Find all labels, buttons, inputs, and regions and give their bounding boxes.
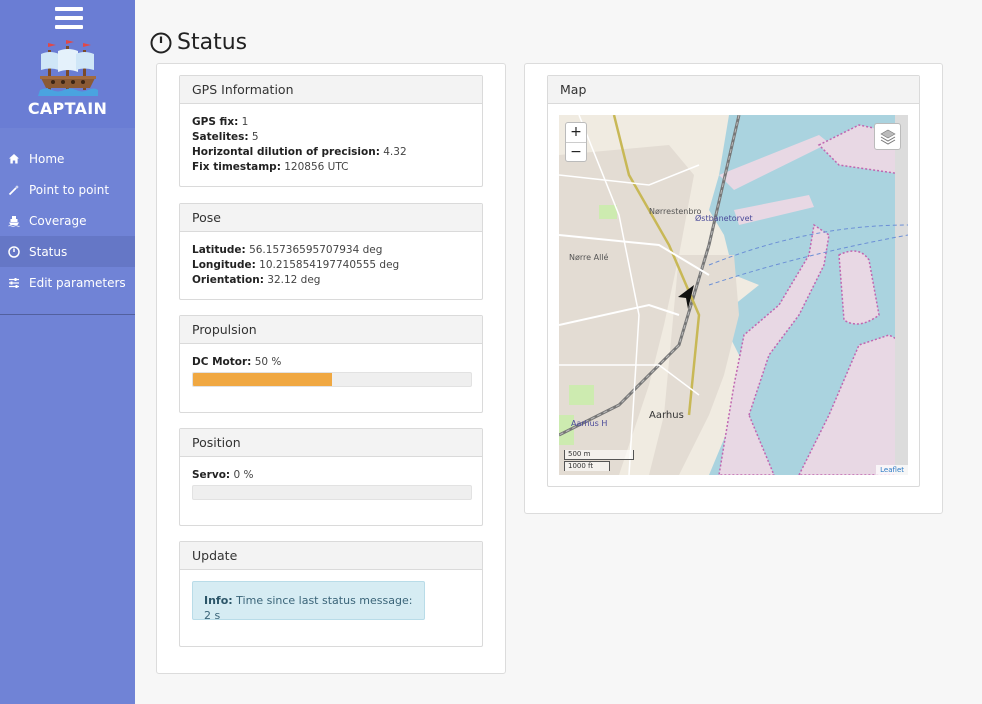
latitude-value: 56.15736595707934 deg: [245, 244, 383, 256]
satellites-value: 5: [248, 131, 259, 143]
home-icon: [7, 152, 21, 166]
sidebar-nav: Home Point to point Coverage Status Edit…: [0, 143, 135, 298]
sidebar-item-home[interactable]: Home: [0, 143, 135, 174]
scale-imperial: 1000 ft: [564, 461, 610, 471]
ship-icon: [7, 214, 21, 228]
zoom-in-button[interactable]: +: [566, 123, 586, 142]
page-title-text: Status: [177, 30, 248, 55]
map-view[interactable]: Østbanetorvet Nørrestenbro Nørre Allé Aa…: [559, 115, 908, 475]
servo-label: Servo:: [192, 469, 231, 481]
propulsion-card: Propulsion DC Motor: 50 %: [179, 315, 483, 413]
pose-card: Pose Latitude: 56.15736595707934 deg Lon…: [179, 203, 483, 300]
servo-row: Servo: 0 %: [192, 468, 470, 483]
pose-card-title: Pose: [180, 204, 482, 232]
menu-toggle-icon[interactable]: [55, 7, 83, 29]
longitude-label: Longitude:: [192, 259, 256, 271]
sidebar-item-status[interactable]: Status: [0, 236, 135, 267]
gps-fix-value: 1: [238, 116, 249, 128]
position-card-body: Servo: 0 %: [180, 457, 482, 511]
layers-icon: [879, 129, 896, 145]
dc-motor-label: DC Motor:: [192, 356, 252, 368]
sidebar: CAPTAIN Home Point to point Coverage Sta…: [0, 0, 135, 704]
propulsion-card-title: Propulsion: [180, 316, 482, 344]
longitude-row: Longitude: 10.215854197740555 deg: [192, 258, 470, 273]
orientation-value: 32.12 deg: [263, 274, 321, 286]
info-label: Info:: [204, 594, 233, 607]
sidebar-item-label: Point to point: [29, 182, 110, 197]
sidebar-item-label: Home: [29, 151, 65, 166]
info-text: Time since last status message: 2 s: [204, 594, 413, 622]
latitude-label: Latitude:: [192, 244, 246, 256]
hdop-label: Horizontal dilution of precision:: [192, 146, 380, 158]
dc-motor-value: 50 %: [251, 356, 282, 368]
sidebar-item-coverage[interactable]: Coverage: [0, 205, 135, 236]
fix-timestamp-value: 120856 UTC: [280, 161, 349, 173]
satellites-row: Satelites: 5: [192, 130, 470, 145]
sidebar-item-label: Coverage: [29, 213, 87, 228]
sidebar-header: CAPTAIN: [0, 0, 135, 128]
gps-fix-label: GPS fix:: [192, 116, 239, 128]
gps-fix-row: GPS fix: 1: [192, 115, 470, 130]
update-card-body: Info: Time since last status message: 2 …: [180, 570, 482, 631]
sidebar-item-label: Edit parameters: [29, 275, 126, 290]
sliders-icon: [7, 276, 21, 290]
orientation-row: Orientation: 32.12 deg: [192, 273, 470, 288]
leaflet-attribution-link[interactable]: Leaflet: [876, 465, 908, 475]
dc-motor-progress: [192, 372, 472, 387]
latitude-row: Latitude: 56.15736595707934 deg: [192, 243, 470, 258]
scale-metric: 500 m: [564, 450, 634, 460]
boat-position-marker-icon: [678, 285, 694, 309]
magic-wand-icon: [7, 183, 21, 197]
fix-timestamp-label: Fix timestamp:: [192, 161, 281, 173]
dc-motor-progress-fill: [193, 373, 332, 386]
servo-value: 0 %: [230, 469, 254, 481]
position-card: Position Servo: 0 %: [179, 428, 483, 526]
map-label-square2: Nørrestenbro: [649, 207, 702, 216]
position-card-title: Position: [180, 429, 482, 457]
sidebar-item-edit-parameters[interactable]: Edit parameters: [0, 267, 135, 298]
gauge-icon: [7, 245, 21, 259]
orientation-label: Orientation:: [192, 274, 264, 286]
layers-control-button[interactable]: [874, 123, 901, 150]
update-card: Update Info: Time since last status mess…: [179, 541, 483, 647]
map-label-street: Nørre Allé: [569, 253, 609, 262]
servo-progress: [192, 485, 472, 500]
page-title: Status: [150, 30, 247, 55]
gauge-icon: [150, 32, 172, 53]
sidebar-divider: [0, 314, 135, 315]
fix-timestamp-row: Fix timestamp: 120856 UTC: [192, 160, 470, 175]
gps-card: GPS Information GPS fix: 1 Satelites: 5 …: [179, 75, 483, 187]
brand-name: CAPTAIN: [27, 99, 108, 118]
map-label-city: Aarhus: [649, 410, 684, 421]
map-tiles: [559, 115, 908, 475]
propulsion-card-body: DC Motor: 50 %: [180, 344, 482, 398]
map-label-square: Østbanetorvet: [695, 214, 753, 223]
gps-card-title: GPS Information: [180, 76, 482, 104]
satellites-label: Satelites:: [192, 131, 249, 143]
dc-motor-row: DC Motor: 50 %: [192, 355, 470, 370]
longitude-value: 10.215854197740555 deg: [255, 259, 400, 271]
sidebar-item-label: Status: [29, 244, 68, 259]
sidebar-item-point-to-point[interactable]: Point to point: [0, 174, 135, 205]
update-card-title: Update: [180, 542, 482, 570]
info-alert: Info: Time since last status message: 2 …: [192, 581, 425, 622]
zoom-control: + −: [565, 122, 587, 162]
map-card-title: Map: [548, 76, 919, 104]
map-label-station: Aarhus H: [571, 419, 608, 428]
hdop-value: 4.32: [379, 146, 407, 158]
pose-card-body: Latitude: 56.15736595707934 deg Longitud…: [180, 232, 482, 299]
gps-card-body: GPS fix: 1 Satelites: 5 Horizontal dilut…: [180, 104, 482, 186]
ship-logo-icon: [38, 40, 98, 96]
zoom-out-button[interactable]: −: [566, 142, 586, 161]
hdop-row: Horizontal dilution of precision: 4.32: [192, 145, 470, 160]
